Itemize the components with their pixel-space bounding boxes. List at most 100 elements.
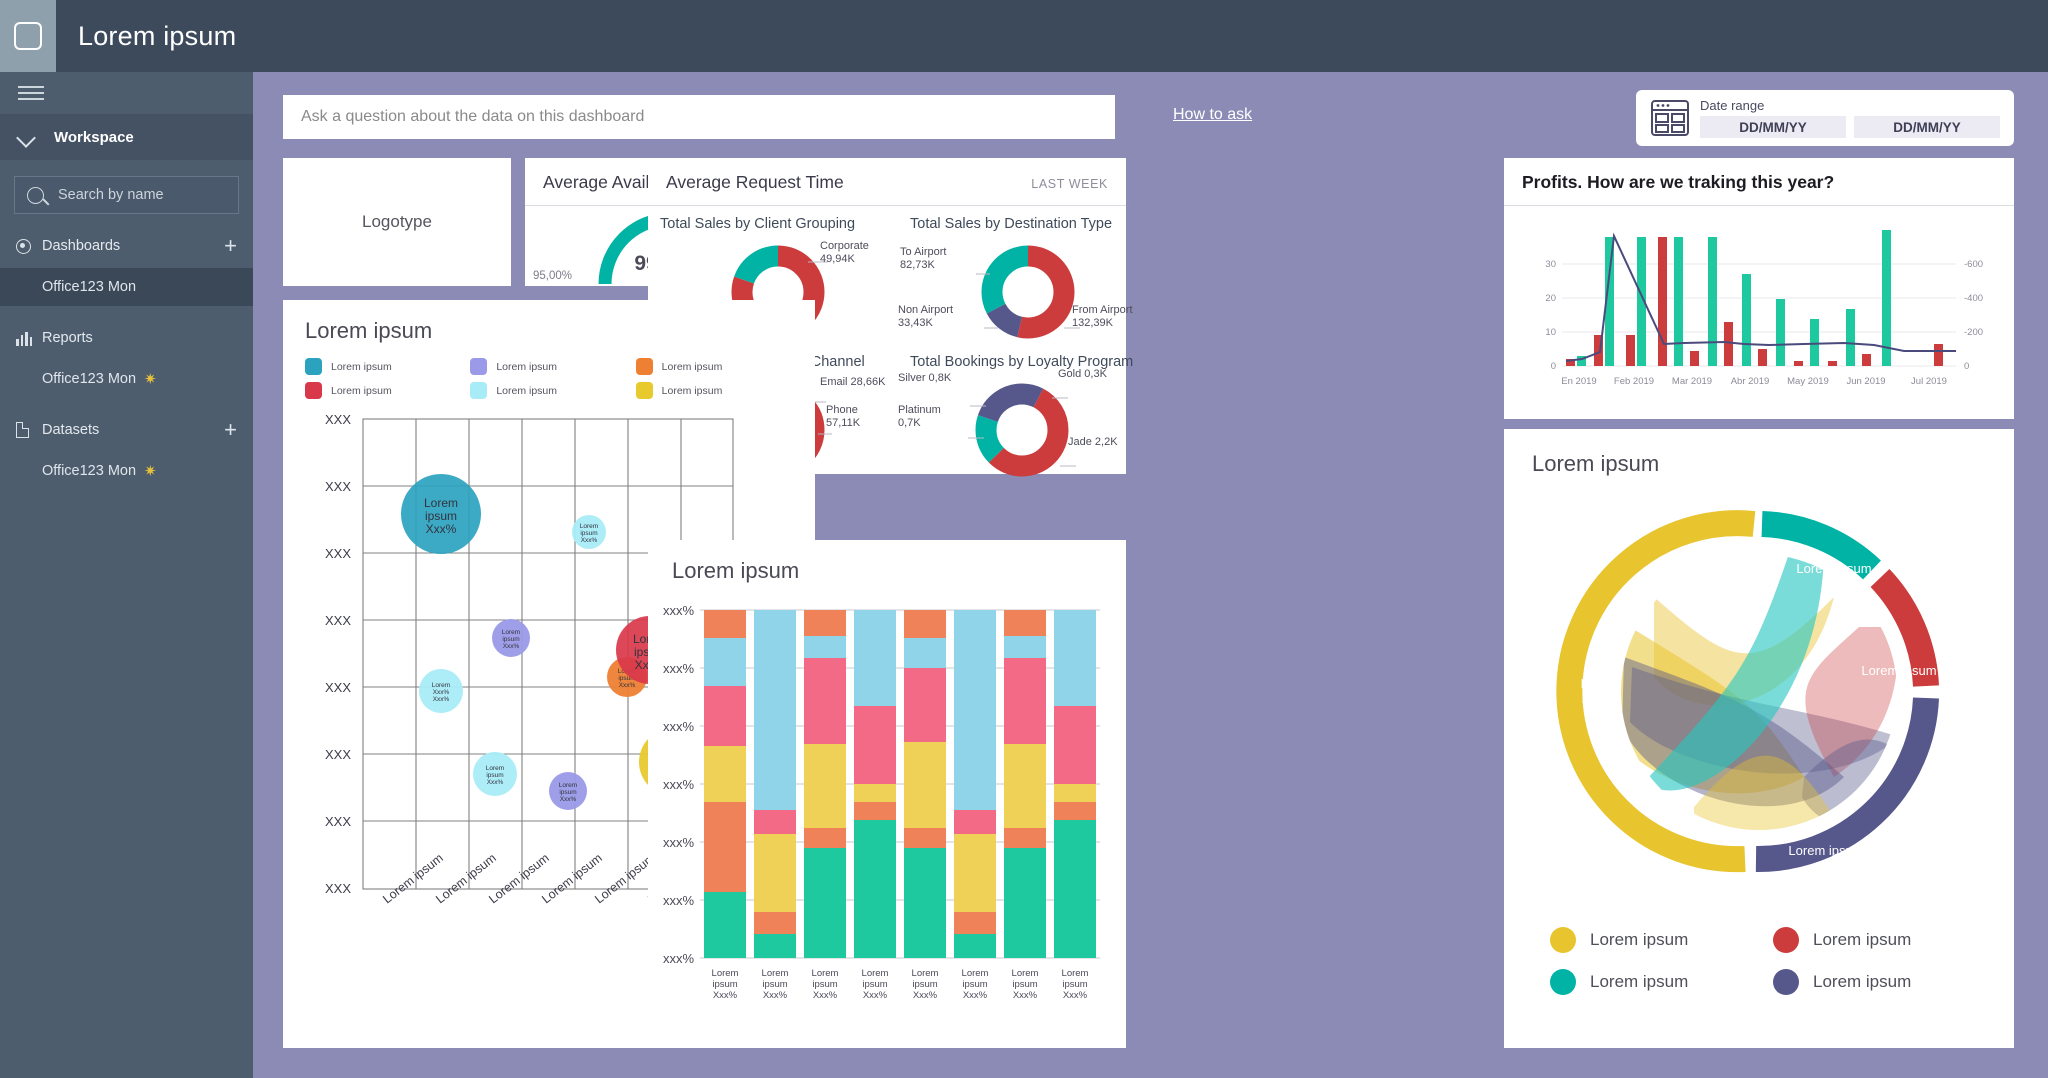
svg-text:Lorem: Lorem — [432, 682, 450, 689]
chord-arc-label: Lorem ipsum — [1796, 561, 1871, 576]
legend-swatch — [305, 358, 322, 375]
legend-label: Lorem ipsum — [331, 384, 392, 397]
donut-slice-label: Gold 0,3K — [1058, 368, 1107, 380]
legend-item[interactable]: Lorem ipsum — [1550, 969, 1763, 995]
svg-text:Xxx%: Xxx% — [560, 796, 577, 803]
donut-slice-label: Platinum 0,7K — [898, 404, 941, 429]
profits-x-ticks: En 2019 Feb 2019 Mar 2019 Abr 2019 May 2… — [1561, 376, 1947, 387]
legend-item[interactable]: Lorem ipsum — [635, 382, 793, 399]
how-to-ask-link[interactable]: How to ask — [1173, 106, 1252, 124]
add-dataset-button[interactable]: + — [224, 419, 237, 441]
chord-arc-label: Lorem ipsum — [1788, 843, 1863, 858]
svg-text:En 2019: En 2019 — [1561, 376, 1596, 387]
dashboard-canvas: Ask a question about the data on this da… — [253, 72, 2048, 1078]
stacked-bar-card[interactable]: Lorem ipsum xxx% xxx% xxx% xxx% xxx% xxx… — [648, 540, 1126, 1048]
svg-text:ipsum: ipsum — [912, 979, 937, 990]
profits-chart: 010 2030 0-200 -400-600 En 2019 Feb 2019… — [1545, 230, 1983, 387]
legend-label: Lorem ipsum — [496, 360, 558, 373]
rounded-square-logo-icon — [14, 22, 42, 50]
svg-text:Xxx%: Xxx% — [619, 682, 636, 689]
legend-item[interactable]: Lorem ipsum — [305, 382, 462, 399]
legend-item[interactable]: Lorem ipsum — [635, 358, 793, 375]
legend-swatch — [1550, 927, 1576, 953]
svg-text:Xxx%: Xxx% — [1063, 990, 1088, 1001]
date-range-label: Date range — [1700, 98, 1765, 113]
sidebar-item-dashboard-office123[interactable]: Office123 Mon — [0, 268, 253, 306]
svg-text:10: 10 — [1545, 327, 1556, 338]
stacked-bar-title: Lorem ipsum — [672, 558, 800, 583]
svg-text:XXX: XXX — [325, 479, 351, 494]
sidebar-section-dashboards[interactable]: Dashboards + — [0, 224, 253, 268]
svg-text:ipsum: ipsum — [762, 979, 787, 990]
legend-item[interactable]: Lorem ipsum — [305, 358, 462, 375]
sidebar-item-dataset-office123[interactable]: Office123 Mon ✷ — [0, 452, 253, 490]
question-input[interactable]: Ask a question about the data on this da… — [283, 95, 1115, 139]
legend-item[interactable]: Lorem ipsum — [470, 382, 627, 399]
date-from-input[interactable]: DD/MM/YY — [1700, 116, 1846, 138]
legend-label: Lorem ipsum — [1590, 930, 1689, 949]
sidebar-section-reports[interactable]: Reports — [0, 316, 253, 360]
add-dashboard-button[interactable]: + — [224, 235, 237, 257]
svg-text:Lorem: Lorem — [424, 496, 458, 510]
svg-text:Lorem: Lorem — [502, 629, 520, 636]
svg-text:Lorem: Lorem — [486, 765, 504, 772]
svg-text:Xxx%: Xxx% — [487, 779, 504, 786]
svg-text:Lorem: Lorem — [912, 968, 939, 979]
chevron-down-icon — [16, 126, 38, 148]
search-icon — [27, 186, 44, 204]
logotype-card[interactable]: Logotype — [283, 158, 511, 286]
favorite-star-icon[interactable]: ✷ — [144, 462, 157, 480]
date-range-picker[interactable]: Date range DD/MM/YY DD/MM/YY — [1636, 90, 2014, 146]
legend-label: Lorem ipsum — [1813, 930, 1912, 949]
sidebar-section-datasets[interactable]: Datasets + — [0, 408, 253, 452]
legend-item[interactable]: Lorem ipsum — [1773, 927, 1986, 953]
donut-chart — [968, 383, 1076, 477]
svg-text:Jun 2019: Jun 2019 — [1846, 376, 1885, 387]
legend-swatch — [1550, 969, 1576, 995]
svg-text:XXX: XXX — [325, 546, 351, 561]
donut-slice-label: Silver 0,8K — [898, 372, 952, 384]
legend-item[interactable]: Lorem ipsum — [470, 358, 627, 375]
legend-item[interactable]: Lorem ipsum — [1550, 927, 1763, 953]
favorite-star-icon[interactable]: ✷ — [144, 370, 157, 388]
profits-card-title: Profits. How are we traking this year? — [1504, 158, 2014, 206]
svg-text:Xxx%: Xxx% — [581, 537, 598, 544]
search-input[interactable]: Search by name — [14, 176, 239, 214]
legend-item[interactable]: Lorem ipsum — [1773, 969, 1986, 995]
svg-text:Xxx%: Xxx% — [1013, 990, 1038, 1001]
availability-min-label: 95,00% — [533, 270, 573, 282]
sidebar-section-dashboards-label: Dashboards — [42, 238, 121, 254]
chord-diagram-card[interactable]: Lorem ipsum Lorem ipsum Lorem ipsum Lore… — [1504, 429, 2014, 1048]
svg-text:Xxx%: Xxx% — [426, 522, 457, 536]
stacked-bar-column — [954, 610, 996, 958]
svg-text:Lorem: Lorem — [962, 968, 989, 979]
sidebar-menu-toggle[interactable] — [0, 72, 253, 114]
svg-text:XXX: XXX — [325, 747, 351, 762]
stacked-bar-column — [804, 610, 846, 958]
legend-swatch — [635, 358, 653, 375]
request-card-title: Average Request Time LAST WEEK — [648, 158, 1126, 206]
donut-loyalty-program[interactable]: Total Bookings by Loyalty Program Gold 0… — [898, 344, 1148, 482]
donut-destination-type[interactable]: Total Sales by Destination Type To Airpo… — [898, 206, 1148, 344]
legend-swatch — [305, 382, 322, 399]
legend-swatch — [470, 382, 488, 399]
svg-text:-600: -600 — [1964, 259, 1983, 270]
bubble-chart-title: Lorem ipsum — [305, 318, 433, 343]
sidebar-workspace-item[interactable]: Workspace — [0, 114, 253, 160]
svg-text:xxx%: xxx% — [663, 893, 695, 908]
svg-text:XXX: XXX — [325, 814, 351, 829]
sidebar-section-reports-label: Reports — [42, 330, 93, 346]
sidebar-item-report-office123[interactable]: Office123 Mon ✷ — [0, 360, 253, 398]
donut-slice-label: Phone 57,11K — [826, 404, 861, 429]
svg-text:Xxx%: Xxx% — [813, 990, 838, 1001]
y-axis-ticks: XXX XXX XXX XXX XXX XXX XXX XXX — [325, 412, 351, 896]
app-logo-button[interactable] — [0, 0, 56, 72]
donut-slice-label: To Airport 82,73K — [900, 246, 947, 271]
profits-y-right-ticks: 0 -200 -400 -600 — [1964, 259, 1983, 372]
date-to-input[interactable]: DD/MM/YY — [1854, 116, 2000, 138]
profits-card[interactable]: Profits. How are we traking this year? 0… — [1504, 158, 2014, 419]
profits-y-left-ticks: 0 10 20 30 — [1545, 259, 1556, 372]
request-card-badge: LAST WEEK — [1031, 177, 1108, 191]
stacked-bar-column — [754, 610, 796, 958]
legend-label: Lorem ipsum — [331, 360, 392, 373]
